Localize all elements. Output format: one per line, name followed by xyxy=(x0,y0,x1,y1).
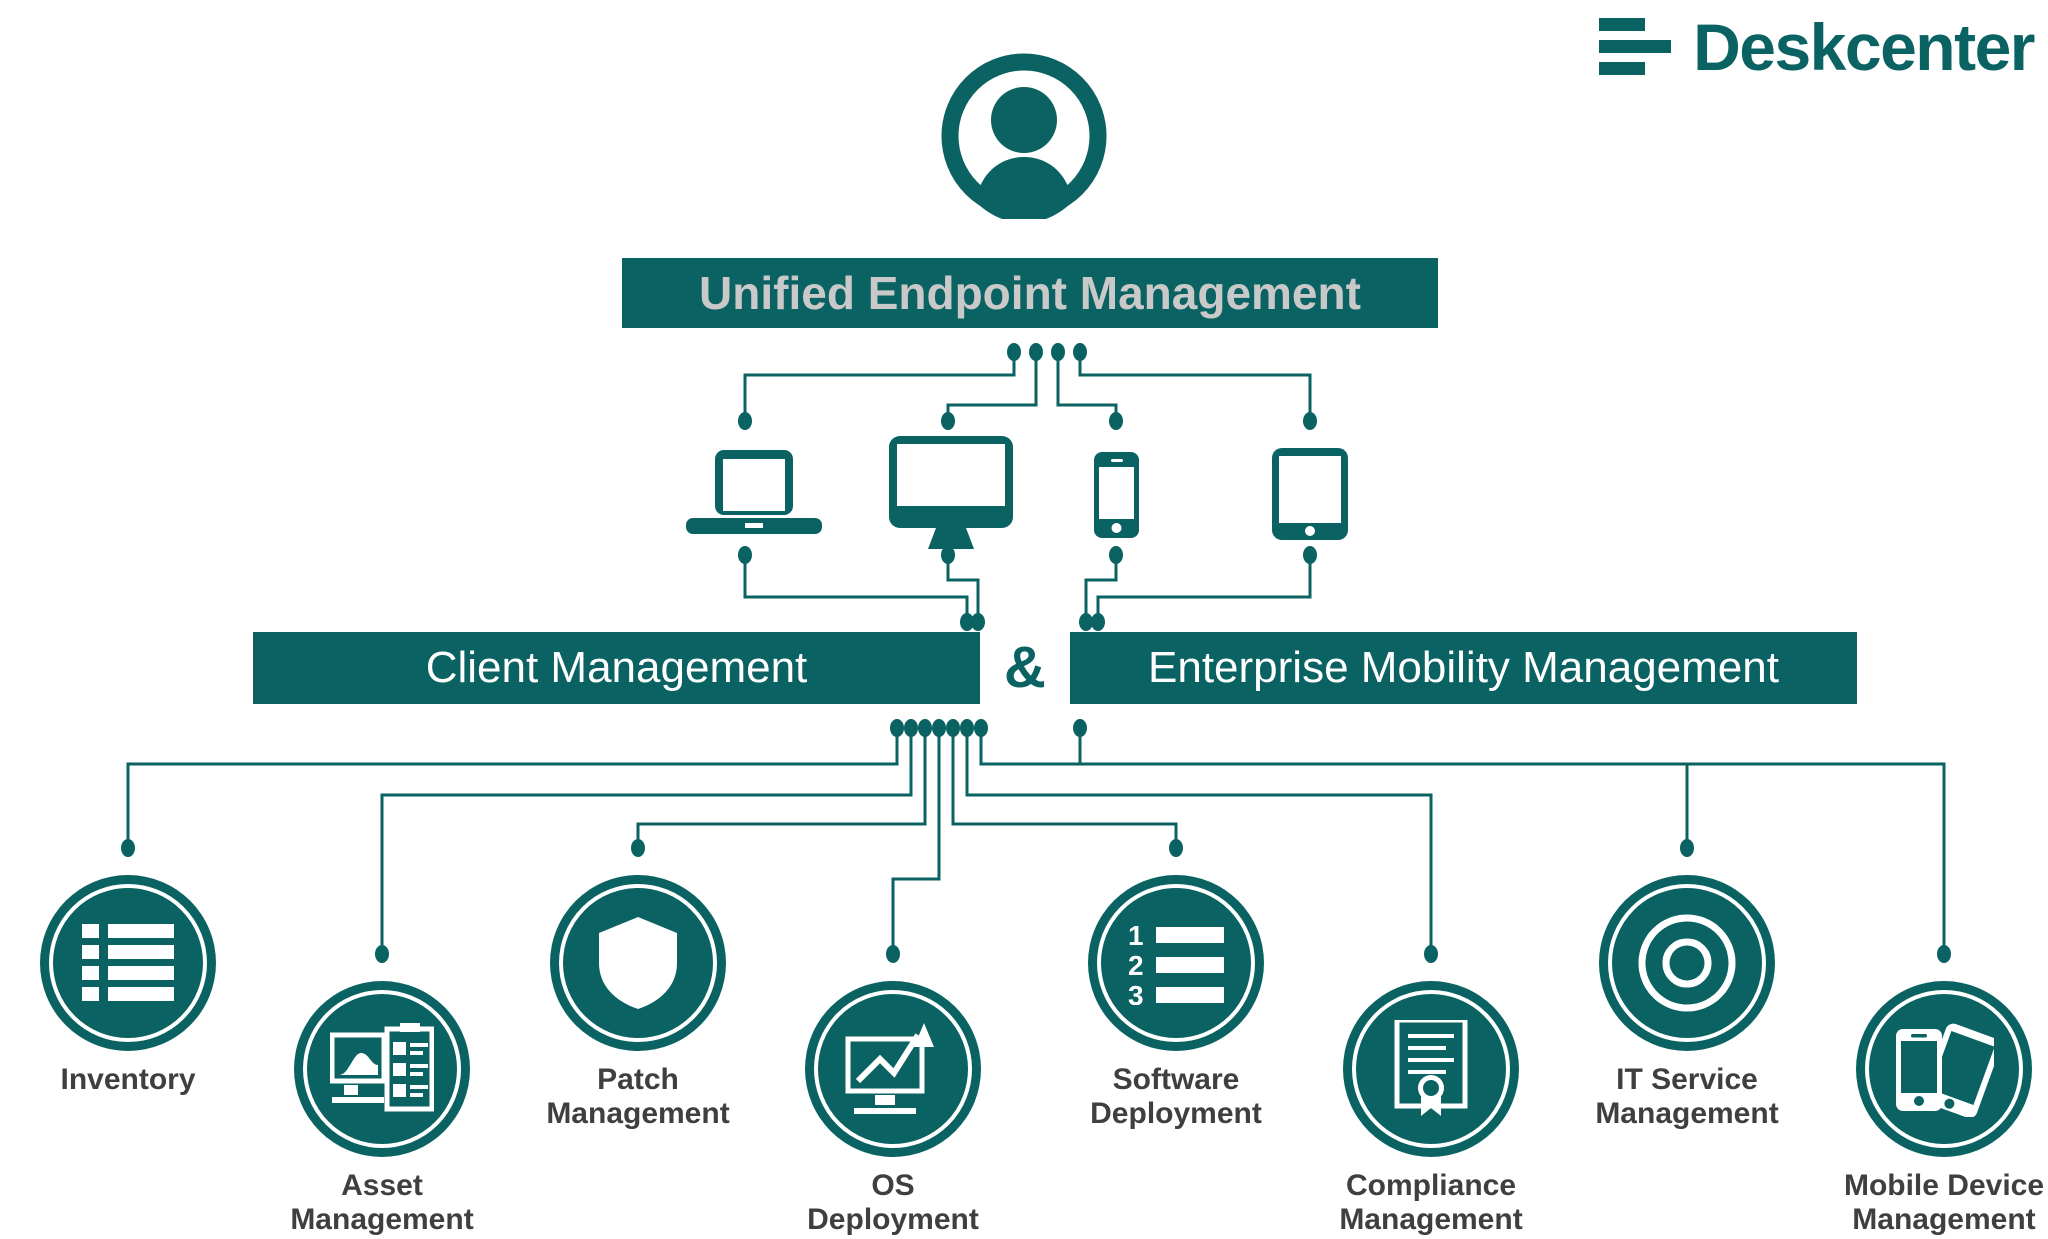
module-compliance-management[interactable]: Compliance Management xyxy=(1281,981,1581,1236)
enterprise-mobility-management-bar: Enterprise Mobility Management xyxy=(1070,632,1857,704)
module-label: IT Service Management xyxy=(1595,1063,1779,1130)
svg-text:3: 3 xyxy=(1128,980,1144,1005)
inventory-circle[interactable] xyxy=(40,875,216,1051)
patch-management-circle[interactable] xyxy=(550,875,726,1051)
brand-name: Deskcenter xyxy=(1693,10,2035,84)
module-os-deployment[interactable]: OS Deployment xyxy=(743,981,1043,1236)
mobile-device-management-circle[interactable] xyxy=(1856,981,2032,1157)
unified-endpoint-management-bar: Unified Endpoint Management xyxy=(622,258,1438,328)
module-label: OS Deployment xyxy=(807,1169,979,1236)
asset-management-circle[interactable] xyxy=(294,981,470,1157)
module-label: Inventory xyxy=(60,1063,196,1096)
module-it-service-management[interactable]: IT Service Management xyxy=(1537,875,1837,1130)
person-avatar-icon xyxy=(941,53,1107,224)
deskcenter-bars-logo-icon xyxy=(1599,18,1672,75)
os-deployment-circle[interactable] xyxy=(805,981,981,1157)
monitor-chart-icon xyxy=(845,1023,934,1114)
module-label: Mobile Device Management xyxy=(1843,1169,2045,1236)
module-label: Software Deployment xyxy=(1090,1063,1262,1130)
monitor-clipboard-icon xyxy=(330,1023,434,1112)
diagram-canvas: Deskcenter Unified Endpoint Management C… xyxy=(0,0,2048,1239)
svg-text:2: 2 xyxy=(1128,950,1144,981)
certificate-icon xyxy=(1394,1020,1468,1116)
module-mobile-device-management[interactable]: Mobile Device Management xyxy=(1794,981,2048,1236)
client-management-label: Client Management xyxy=(425,643,808,692)
brand-logo: Deskcenter xyxy=(1599,10,2035,84)
module-label: Patch Management xyxy=(546,1063,730,1130)
page-title: Unified Endpoint Management xyxy=(699,267,1361,319)
laptop-icon xyxy=(686,450,822,545)
compliance-management-circle[interactable] xyxy=(1343,981,1519,1157)
enterprise-mobility-management-label: Enterprise Mobility Management xyxy=(1148,643,1779,692)
it-service-management-circle[interactable] xyxy=(1599,875,1775,1051)
module-asset-management[interactable]: Asset Management xyxy=(232,981,532,1236)
lifebuoy-icon xyxy=(1637,913,1737,1013)
ampersand-separator: & xyxy=(1004,635,1046,700)
client-management-bar: Client Management xyxy=(253,632,980,704)
list-icon xyxy=(82,924,174,1001)
numbered-list-icon: 1 2 3 xyxy=(1128,921,1224,1005)
module-label: Asset Management xyxy=(290,1169,474,1236)
phone-icon xyxy=(1094,452,1139,543)
shield-icon xyxy=(599,917,677,1009)
module-label: Compliance Management xyxy=(1339,1169,1523,1236)
svg-text:1: 1 xyxy=(1128,921,1144,951)
tablet-icon xyxy=(1272,448,1348,545)
software-deployment-circle[interactable]: 1 2 3 xyxy=(1088,875,1264,1051)
phone-tablet-icon xyxy=(1896,1023,1994,1117)
desktop-icon xyxy=(889,436,1013,557)
